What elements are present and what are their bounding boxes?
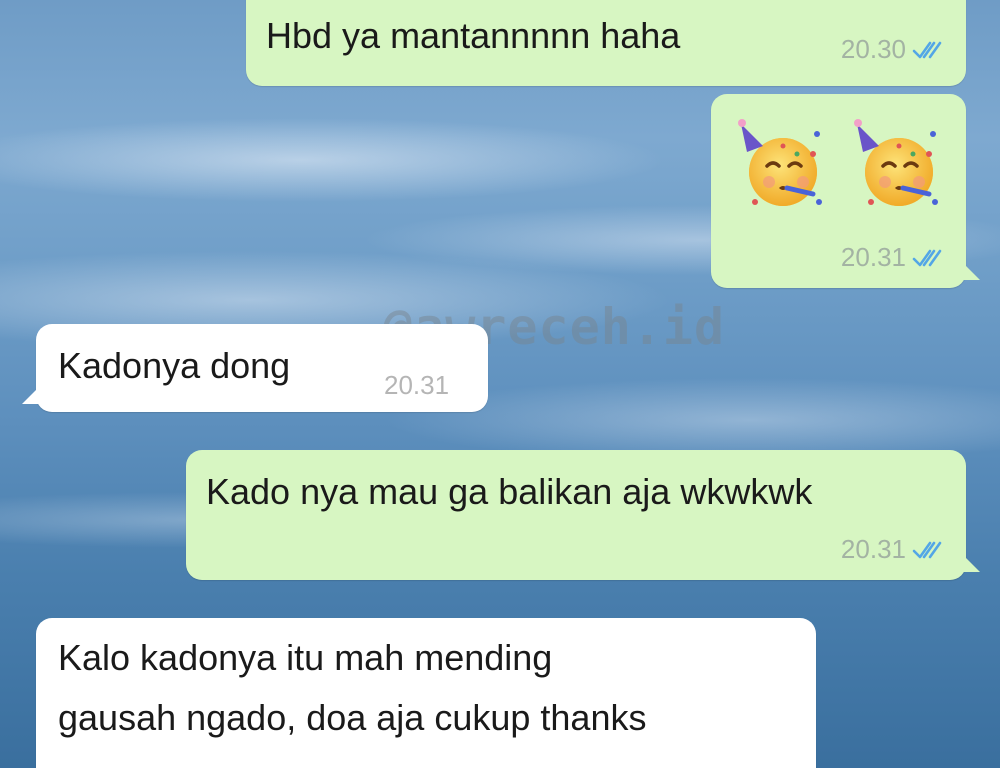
- message-meta: 20.31: [384, 370, 449, 401]
- message-bubble-incoming[interactable]: Kalo kadonya itu mah mending gausah ngad…: [36, 618, 816, 768]
- message-meta: 20.30: [841, 34, 942, 65]
- bubble-tail: [958, 550, 980, 572]
- message-time: 20.31: [384, 370, 450, 400]
- emoji-row: [733, 116, 945, 212]
- message-text: Hbd ya mantannnnn haha: [266, 15, 681, 56]
- double-check-icon: [912, 539, 942, 561]
- message-bubble-outgoing[interactable]: Hbd ya mantannnnn haha 20.30: [246, 0, 966, 86]
- message-bubble-outgoing[interactable]: 20.31: [711, 94, 980, 288]
- double-check-icon: [912, 247, 942, 269]
- message-meta: 20.31: [841, 534, 942, 565]
- bubble-tail: [958, 258, 980, 280]
- message-text-line: Kalo kadonya itu mah mending: [58, 637, 553, 678]
- message-time: 20.30: [840, 34, 906, 64]
- message-text-line: gausah ngado, doa aja cukup thanks: [58, 697, 647, 738]
- message-bubble-incoming[interactable]: Kadonya dong 20.31: [22, 324, 488, 412]
- message-text: Kado nya mau ga balikan aja wkwkwk: [206, 471, 813, 512]
- message-bubble-outgoing[interactable]: Kado nya mau ga balikan aja wkwkwk 20.31: [186, 450, 980, 580]
- double-check-icon: [912, 39, 942, 61]
- bubble-tail: [22, 382, 44, 404]
- partying-face-emoji: [733, 116, 829, 212]
- message-meta: 20.31: [841, 242, 942, 273]
- message-time: 20.31: [840, 534, 906, 564]
- message-text: Kadonya dong: [58, 345, 291, 386]
- partying-face-emoji: [849, 116, 945, 212]
- message-time: 20.31: [840, 242, 906, 272]
